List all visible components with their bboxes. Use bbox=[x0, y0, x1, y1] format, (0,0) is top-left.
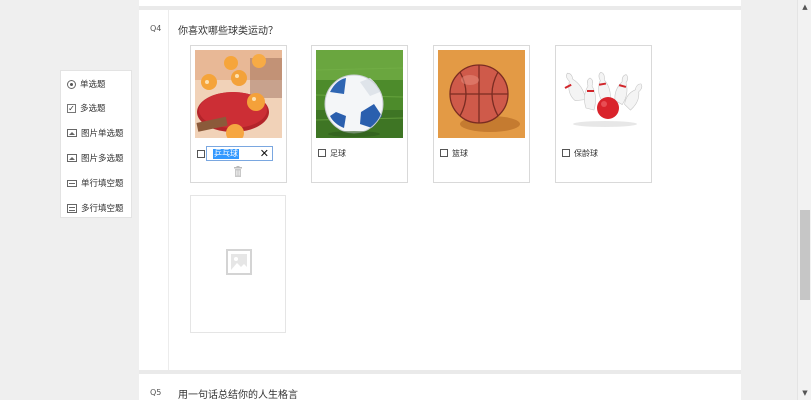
palette-item-label: 多选题 bbox=[80, 104, 106, 114]
option-checkbox[interactable] bbox=[562, 149, 570, 157]
selected-text: 乒乓球 bbox=[213, 149, 239, 159]
trash-icon[interactable] bbox=[233, 166, 243, 177]
ping-pong-image bbox=[195, 50, 282, 138]
question-number: Q5 bbox=[150, 388, 162, 397]
palette-item-label: 图片单选题 bbox=[81, 129, 124, 139]
option-label[interactable]: 足球 bbox=[330, 148, 346, 159]
single-line-icon bbox=[67, 179, 77, 187]
question-type-palette: 单选题 ✓ 多选题 图片单选题 图片多选题 单行填空题 多行填空题 bbox=[60, 70, 132, 218]
divider bbox=[139, 6, 741, 10]
palette-item-label: 单行填空题 bbox=[81, 179, 124, 189]
image-icon bbox=[67, 154, 77, 162]
bowling-image bbox=[560, 50, 647, 138]
palette-item-image-single-choice[interactable]: 图片单选题 bbox=[67, 126, 124, 140]
palette-item-single-choice[interactable]: 单选题 bbox=[67, 77, 106, 91]
option-label[interactable]: 篮球 bbox=[452, 148, 468, 159]
option-label[interactable]: 保龄球 bbox=[574, 148, 598, 159]
vertical-scrollbar[interactable]: ▲ ▼ bbox=[797, 0, 811, 400]
image-icon bbox=[67, 129, 77, 137]
palette-item-single-line-fill[interactable]: 单行填空题 bbox=[67, 176, 124, 190]
survey-card: Q4 你喜欢哪些球类运动？ 乒乓球 ✕ 足球 篮球 保龄球 Q5 用一句话总结你… bbox=[139, 0, 741, 400]
scroll-up-arrow-icon[interactable]: ▲ bbox=[798, 0, 811, 14]
scroll-down-arrow-icon[interactable]: ▼ bbox=[798, 386, 811, 400]
question-number: Q4 bbox=[150, 24, 162, 33]
palette-item-image-multiple-choice[interactable]: 图片多选题 bbox=[67, 151, 124, 165]
option-checkbox[interactable] bbox=[318, 149, 326, 157]
palette-item-label: 单选题 bbox=[80, 80, 106, 90]
option-card-ping-pong[interactable]: 乒乓球 ✕ bbox=[190, 45, 287, 183]
option-checkbox[interactable] bbox=[197, 150, 205, 158]
basketball-image bbox=[438, 50, 525, 138]
option-card-bowling[interactable]: 保龄球 bbox=[555, 45, 652, 183]
question-title[interactable]: 用一句话总结你的人生格言 bbox=[178, 386, 298, 400]
checkbox-icon: ✓ bbox=[67, 103, 76, 113]
option-checkbox[interactable] bbox=[440, 149, 448, 157]
palette-item-label: 图片多选题 bbox=[81, 154, 124, 164]
radio-icon bbox=[67, 79, 76, 89]
scroll-thumb[interactable] bbox=[800, 210, 810, 300]
image-placeholder-icon[interactable] bbox=[226, 249, 252, 275]
palette-item-multi-line-fill[interactable]: 多行填空题 bbox=[67, 201, 124, 215]
option-label-input[interactable]: 乒乓球 ✕ bbox=[206, 146, 273, 161]
football-image bbox=[316, 50, 403, 138]
divider bbox=[139, 370, 741, 374]
question-title[interactable]: 你喜欢哪些球类运动？ bbox=[178, 22, 278, 37]
palette-item-multiple-choice[interactable]: ✓ 多选题 bbox=[67, 101, 106, 115]
add-image-option-card[interactable] bbox=[190, 195, 286, 333]
question-number-column bbox=[168, 10, 169, 370]
multi-line-icon bbox=[67, 203, 77, 213]
close-icon[interactable]: ✕ bbox=[260, 147, 269, 160]
option-card-football[interactable]: 足球 bbox=[311, 45, 408, 183]
palette-item-label: 多行填空题 bbox=[81, 204, 124, 214]
option-card-basketball[interactable]: 篮球 bbox=[433, 45, 530, 183]
